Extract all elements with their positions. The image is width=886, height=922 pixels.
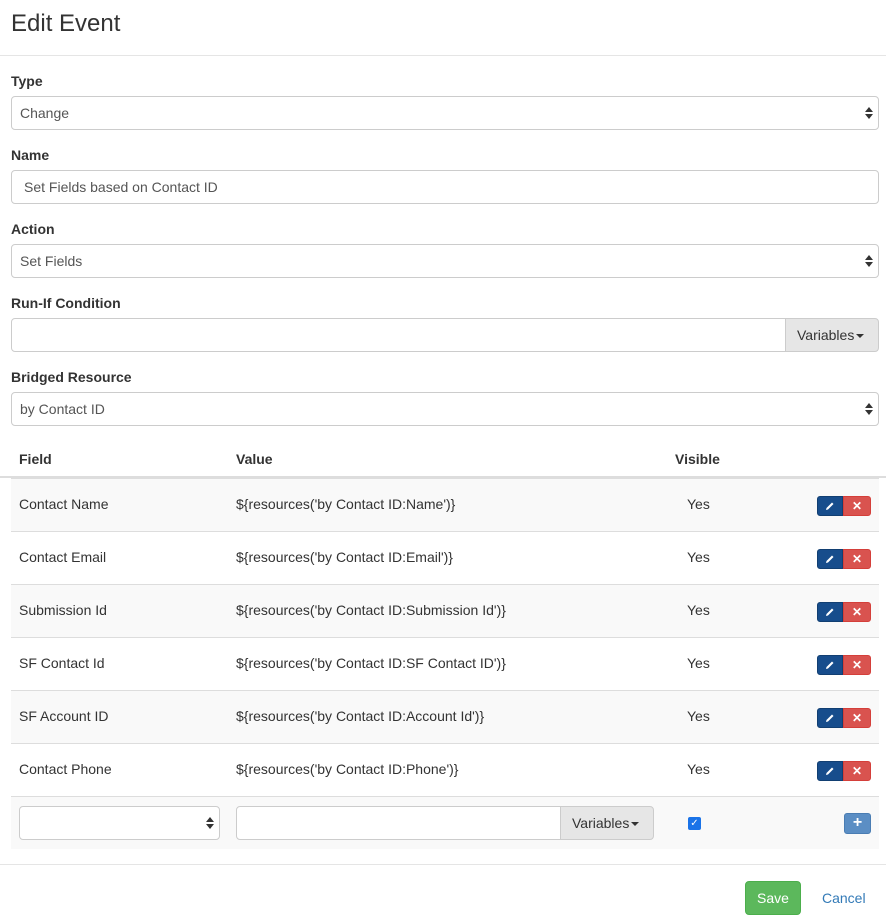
delete-row-button[interactable]: ✕ <box>843 761 871 781</box>
edit-row-button[interactable] <box>817 496 843 516</box>
add-field-button[interactable]: + <box>844 813 871 834</box>
delete-row-button[interactable]: ✕ <box>843 602 871 622</box>
column-header-value: Value <box>236 451 273 467</box>
modal-header: Edit Event <box>0 0 886 56</box>
action-select[interactable]: Set Fields <box>11 244 879 278</box>
select-arrows-icon <box>206 815 214 831</box>
new-visible-checkbox[interactable]: ✓ <box>688 817 701 830</box>
times-icon: ✕ <box>851 658 863 672</box>
type-label: Type <box>11 73 43 89</box>
row-value: ${resources('by Contact ID:Phone')} <box>236 761 459 777</box>
name-input[interactable]: Set Fields based on Contact ID <box>11 170 879 204</box>
new-value-input-group: Variables <box>236 806 654 840</box>
table-row: Submission Id ${resources('by Contact ID… <box>11 584 879 637</box>
delete-row-button[interactable]: ✕ <box>843 549 871 569</box>
row-value: ${resources('by Contact ID:Name')} <box>236 496 456 512</box>
column-header-field: Field <box>19 451 52 467</box>
pencil-icon <box>826 555 834 564</box>
pencil-icon <box>826 767 834 776</box>
table-row: SF Account ID ${resources('by Contact ID… <box>11 690 879 743</box>
bridged-resource-value: by Contact ID <box>20 401 105 417</box>
row-field: Contact Email <box>19 549 107 565</box>
delete-row-button[interactable]: ✕ <box>843 496 871 516</box>
name-label: Name <box>11 147 50 163</box>
page-title: Edit Event <box>11 10 121 37</box>
name-input-value: Set Fields based on Contact ID <box>24 179 218 195</box>
times-icon: ✕ <box>851 552 863 566</box>
fields-table-header: Field Value Visible <box>0 446 886 478</box>
caret-down-icon <box>856 334 865 339</box>
variables-button-label: Variables <box>572 815 630 831</box>
times-icon: ✕ <box>851 764 863 778</box>
type-select[interactable]: Change <box>11 96 879 130</box>
row-value: ${resources('by Contact ID:Email')} <box>236 549 453 565</box>
runif-input[interactable] <box>11 318 786 352</box>
variables-button-label: Variables <box>797 327 855 343</box>
table-row: Contact Email ${resources('by Contact ID… <box>11 531 879 584</box>
modal-footer: Save Cancel <box>0 864 886 922</box>
row-visible: Yes <box>687 655 710 671</box>
runif-input-group: Variables <box>11 318 879 352</box>
new-field-select[interactable] <box>19 806 220 840</box>
action-label: Action <box>11 221 55 237</box>
column-header-visible: Visible <box>675 451 720 467</box>
times-icon: ✕ <box>851 605 863 619</box>
type-select-value: Change <box>20 105 70 121</box>
bridged-resource-select[interactable]: by Contact ID <box>11 392 879 426</box>
new-value-input[interactable] <box>236 806 561 840</box>
delete-row-button[interactable]: ✕ <box>843 655 871 675</box>
row-field: Contact Phone <box>19 761 112 777</box>
select-arrows-icon <box>865 105 873 121</box>
pencil-icon <box>826 502 834 511</box>
row-field: Submission Id <box>19 602 107 618</box>
delete-row-button[interactable]: ✕ <box>843 708 871 728</box>
times-icon: ✕ <box>851 499 863 513</box>
select-arrows-icon <box>865 401 873 417</box>
cancel-link[interactable]: Cancel <box>822 881 866 915</box>
table-row: Contact Name ${resources('by Contact ID:… <box>11 478 879 531</box>
edit-row-button[interactable] <box>817 655 843 675</box>
bridged-resource-label: Bridged Resource <box>11 369 132 385</box>
table-row: Contact Phone ${resources('by Contact ID… <box>11 743 879 796</box>
row-field: Contact Name <box>19 496 109 512</box>
edit-row-button[interactable] <box>817 761 843 781</box>
row-value: ${resources('by Contact ID:Submission Id… <box>236 602 506 618</box>
action-select-value: Set Fields <box>20 253 83 269</box>
pencil-icon <box>826 608 834 617</box>
checkmark-icon: ✓ <box>690 818 699 829</box>
row-field: SF Contact Id <box>19 655 105 671</box>
row-visible: Yes <box>687 708 710 724</box>
runif-label: Run-If Condition <box>11 295 121 311</box>
select-arrows-icon <box>865 253 873 269</box>
row-visible: Yes <box>687 549 710 565</box>
edit-row-button[interactable] <box>817 602 843 622</box>
row-field: SF Account ID <box>19 708 109 724</box>
plus-icon: + <box>852 814 863 831</box>
pencil-icon <box>826 714 834 723</box>
caret-down-icon <box>631 822 640 827</box>
runif-variables-button[interactable]: Variables <box>785 318 879 352</box>
row-visible: Yes <box>687 496 710 512</box>
row-value: ${resources('by Contact ID:Account Id')} <box>236 708 485 724</box>
pencil-icon <box>826 661 834 670</box>
save-button[interactable]: Save <box>745 881 801 915</box>
edit-row-button[interactable] <box>817 708 843 728</box>
new-value-variables-button[interactable]: Variables <box>560 806 654 840</box>
row-visible: Yes <box>687 761 710 777</box>
edit-row-button[interactable] <box>817 549 843 569</box>
row-value: ${resources('by Contact ID:SF Contact ID… <box>236 655 506 671</box>
row-visible: Yes <box>687 602 710 618</box>
new-field-row: Variables ✓ + <box>11 796 879 849</box>
times-icon: ✕ <box>851 711 863 725</box>
table-row: SF Contact Id ${resources('by Contact ID… <box>11 637 879 690</box>
